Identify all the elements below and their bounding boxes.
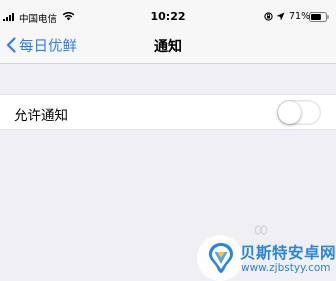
- site-watermark: 贝斯特安卓网 www.zjbstyy.com: [197, 235, 336, 281]
- battery-percentage: 71%: [289, 11, 311, 22]
- orientation-lock-icon: [264, 12, 273, 21]
- watermark-url: www.zjbstyy.com: [241, 262, 331, 274]
- allow-notifications-toggle[interactable]: [277, 100, 321, 125]
- page-title: 通知: [154, 39, 182, 55]
- watermark-logo-icon: [209, 243, 233, 273]
- status-time: 10:22: [150, 10, 186, 23]
- toggle-knob: [278, 101, 301, 124]
- allow-notifications-row: 允许通知: [0, 94, 336, 130]
- battery-icon: [309, 12, 329, 22]
- watermark-title: 贝斯特安卓网: [240, 244, 336, 262]
- location-icon: [276, 12, 285, 21]
- status-bar: 中国电信 10:22 71%: [0, 0, 336, 28]
- navigation-bar: 每日优鲜 通知: [0, 28, 336, 64]
- allow-notifications-label: 允许通知: [14, 108, 68, 124]
